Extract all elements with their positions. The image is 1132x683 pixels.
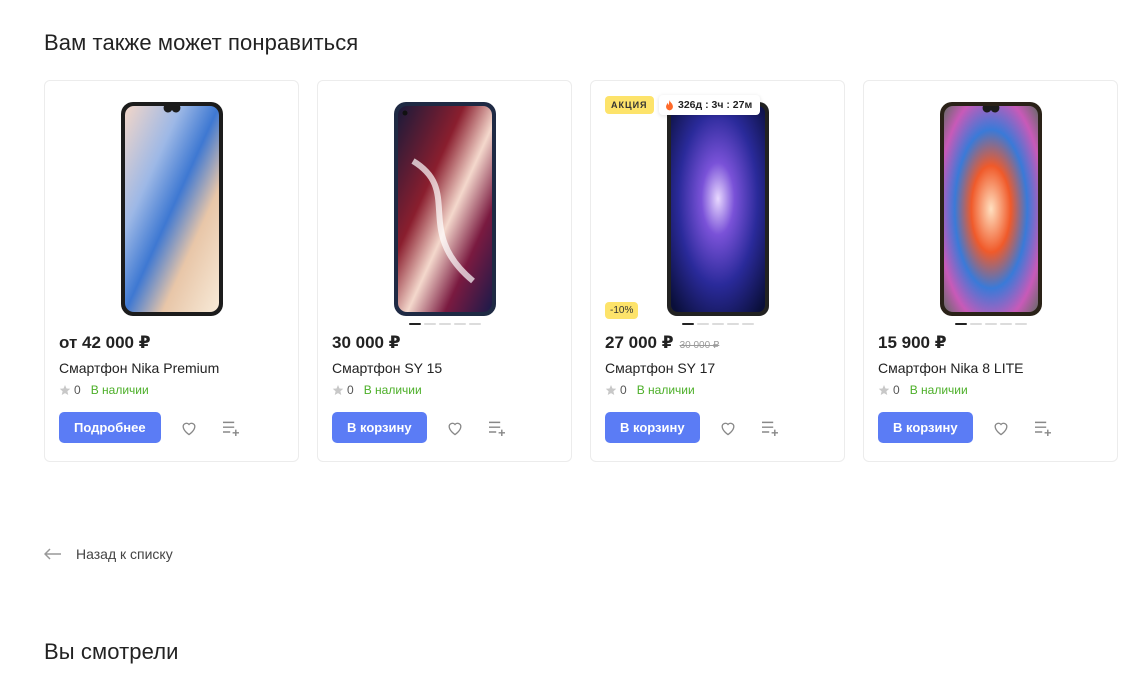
heart-icon[interactable]: [445, 418, 465, 438]
product-image[interactable]: [45, 101, 298, 317]
add-to-cart-button[interactable]: В корзину: [332, 412, 427, 443]
pagination-dot[interactable]: [969, 323, 982, 325]
viewed-title: Вы смотрели: [44, 639, 179, 664]
product-price: 30 000 ₽: [332, 333, 401, 352]
compare-list-icon[interactable]: [1033, 418, 1053, 438]
product-card[interactable]: 30 000 ₽ Смартфон SY 15 0 В наличии В ко…: [317, 80, 572, 462]
compare-list-icon[interactable]: [221, 418, 241, 438]
discount-badge: -10%: [605, 302, 639, 319]
product-price: 27 000 ₽: [605, 333, 674, 352]
product-cards: от 42 000 ₽ Смартфон Nika Premium 0 В на…: [44, 80, 1118, 462]
star-icon: [332, 385, 344, 395]
rating-count: 0: [74, 383, 81, 397]
product-card[interactable]: от 42 000 ₽ Смартфон Nika Premium 0 В на…: [44, 80, 299, 462]
product-image[interactable]: [318, 101, 571, 317]
stock-status: В наличии: [90, 383, 149, 397]
product-name[interactable]: Смартфон SY 17: [605, 360, 715, 376]
pagination-dot[interactable]: [726, 323, 739, 325]
sale-timer: 326д : 3ч : 27м: [659, 95, 761, 115]
product-image[interactable]: [591, 101, 844, 317]
rating-count: 0: [893, 383, 900, 397]
pagination-dot[interactable]: [999, 323, 1012, 325]
timer-text: 326д : 3ч : 27м: [678, 99, 753, 111]
pagination-dot[interactable]: [453, 323, 466, 325]
rating-count: 0: [347, 383, 354, 397]
star-icon: [59, 385, 71, 395]
details-button[interactable]: Подробнее: [59, 412, 161, 443]
add-to-cart-button[interactable]: В корзину: [605, 412, 700, 443]
stock-status: В наличии: [363, 383, 422, 397]
stock-status: В наличии: [636, 383, 695, 397]
product-card[interactable]: 15 900 ₽ Смартфон Nika 8 LITE 0 В наличи…: [863, 80, 1118, 462]
pagination-dot[interactable]: [468, 323, 481, 325]
product-name[interactable]: Смартфон SY 15: [332, 360, 442, 376]
heart-icon[interactable]: [179, 418, 199, 438]
product-card[interactable]: АКЦИЯ 326д : 3ч : 27м -10% 27 000 ₽ 30 0…: [590, 80, 845, 462]
rating-count: 0: [620, 383, 627, 397]
pagination-dot[interactable]: [438, 323, 451, 325]
add-to-cart-button[interactable]: В корзину: [878, 412, 973, 443]
product-price: 15 900 ₽: [878, 333, 947, 352]
compare-list-icon[interactable]: [487, 418, 507, 438]
back-to-list-link[interactable]: Назад к списку: [44, 546, 173, 562]
product-image[interactable]: [864, 101, 1117, 317]
pagination-dot[interactable]: [423, 323, 436, 325]
stock-status: В наличии: [909, 383, 968, 397]
arrow-left-icon: [44, 548, 61, 560]
product-name[interactable]: Смартфон Nika Premium: [59, 360, 219, 376]
heart-icon[interactable]: [991, 418, 1011, 438]
back-link-label[interactable]: Назад к списку: [76, 546, 173, 562]
pagination-dot[interactable]: [741, 323, 754, 325]
product-price: от 42 000 ₽: [59, 333, 151, 352]
star-icon: [878, 385, 890, 395]
image-pagination[interactable]: [318, 323, 571, 325]
star-icon: [605, 385, 617, 395]
fire-icon: [666, 99, 673, 110]
recommend-title: Вам также может понравиться: [44, 30, 359, 55]
heart-icon[interactable]: [718, 418, 738, 438]
pagination-dot[interactable]: [681, 323, 694, 325]
pagination-dot[interactable]: [408, 323, 421, 325]
pagination-dot[interactable]: [984, 323, 997, 325]
old-price: 30 000 ₽: [679, 340, 720, 351]
compare-list-icon[interactable]: [760, 418, 780, 438]
sale-badge: АКЦИЯ: [605, 96, 654, 114]
image-pagination[interactable]: [591, 323, 844, 325]
pagination-dot[interactable]: [954, 323, 967, 325]
pagination-dot[interactable]: [711, 323, 724, 325]
pagination-dot[interactable]: [696, 323, 709, 325]
product-name[interactable]: Смартфон Nika 8 LITE: [878, 360, 1023, 376]
image-pagination[interactable]: [864, 323, 1117, 325]
pagination-dot[interactable]: [1014, 323, 1027, 325]
